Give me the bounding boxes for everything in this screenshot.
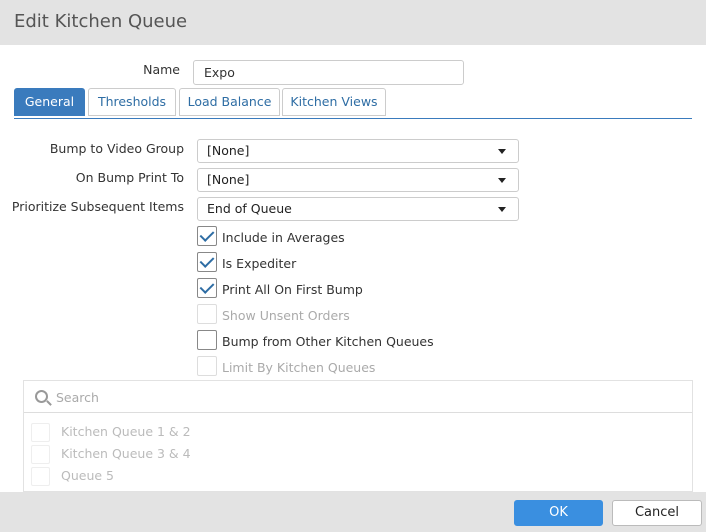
limit-by-kitchen-queues-label: Limit By Kitchen Queues <box>222 360 376 375</box>
checkbox-box <box>197 330 217 350</box>
list-item: Kitchen Queue 1 & 2 <box>31 423 191 442</box>
print-all-on-first-bump-checkbox[interactable] <box>197 278 217 298</box>
list-item: Queue 5 <box>31 467 114 486</box>
checkbox-box <box>31 467 50 486</box>
dialog-title: Edit Kitchen Queue <box>14 11 188 32</box>
search-placeholder: Search <box>56 390 99 405</box>
ok-button[interactable]: OK <box>514 500 603 526</box>
tab-kitchen-views[interactable]: Kitchen Views <box>282 88 386 116</box>
bump-to-video-group-label: Bump to Video Group <box>49 141 184 156</box>
kitchen-queue-list: Search Kitchen Queue 1 & 2 Kitchen Queue… <box>23 380 693 492</box>
tab-thresholds[interactable]: Thresholds <box>88 88 176 116</box>
print-all-on-first-bump-label: Print All On First Bump <box>222 282 363 297</box>
chevron-down-icon <box>498 149 506 154</box>
checkbox-box <box>197 304 217 324</box>
tab-general[interactable]: General <box>14 88 85 116</box>
prioritize-subsequent-items-value: End of Queue <box>207 201 292 216</box>
bump-from-other-kitchen-queues-checkbox[interactable] <box>197 330 217 350</box>
name-input[interactable]: Expo <box>193 60 464 85</box>
on-bump-print-to-select[interactable]: [None] <box>197 168 519 192</box>
include-in-averages-label: Include in Averages <box>222 230 345 245</box>
chevron-down-icon <box>498 178 506 183</box>
checkbox-box <box>31 445 50 464</box>
is-expediter-label: Is Expediter <box>222 256 297 271</box>
list-item-label: Queue 5 <box>61 468 114 483</box>
chevron-down-icon <box>498 207 506 212</box>
show-unsent-orders-checkbox <box>197 304 217 324</box>
dialog-titlebar: Edit Kitchen Queue <box>0 0 706 45</box>
tab-load-balance[interactable]: Load Balance <box>179 88 280 116</box>
cancel-button[interactable]: Cancel <box>612 500 702 526</box>
list-item-label: Kitchen Queue 1 & 2 <box>61 424 191 439</box>
search-input[interactable]: Search <box>24 381 692 413</box>
prioritize-subsequent-items-select[interactable]: End of Queue <box>197 197 519 221</box>
on-bump-print-to-label: On Bump Print To <box>75 170 184 185</box>
include-in-averages-checkbox[interactable] <box>197 226 217 246</box>
prioritize-subsequent-items-label: Prioritize Subsequent Items <box>11 199 184 214</box>
bump-from-other-kitchen-queues-label: Bump from Other Kitchen Queues <box>222 334 434 349</box>
checkbox-box <box>197 356 217 376</box>
bump-to-video-group-select[interactable]: [None] <box>197 139 519 163</box>
bump-to-video-group-value: [None] <box>207 143 250 158</box>
is-expediter-checkbox[interactable] <box>197 252 217 272</box>
limit-by-kitchen-queues-checkbox <box>197 356 217 376</box>
name-label: Name <box>143 62 180 77</box>
search-icon <box>35 390 48 403</box>
on-bump-print-to-value: [None] <box>207 172 250 187</box>
list-item: Kitchen Queue 3 & 4 <box>31 445 191 464</box>
checkbox-box <box>31 423 50 442</box>
tab-divider <box>14 118 692 119</box>
list-item-label: Kitchen Queue 3 & 4 <box>61 446 191 461</box>
show-unsent-orders-label: Show Unsent Orders <box>222 308 350 323</box>
